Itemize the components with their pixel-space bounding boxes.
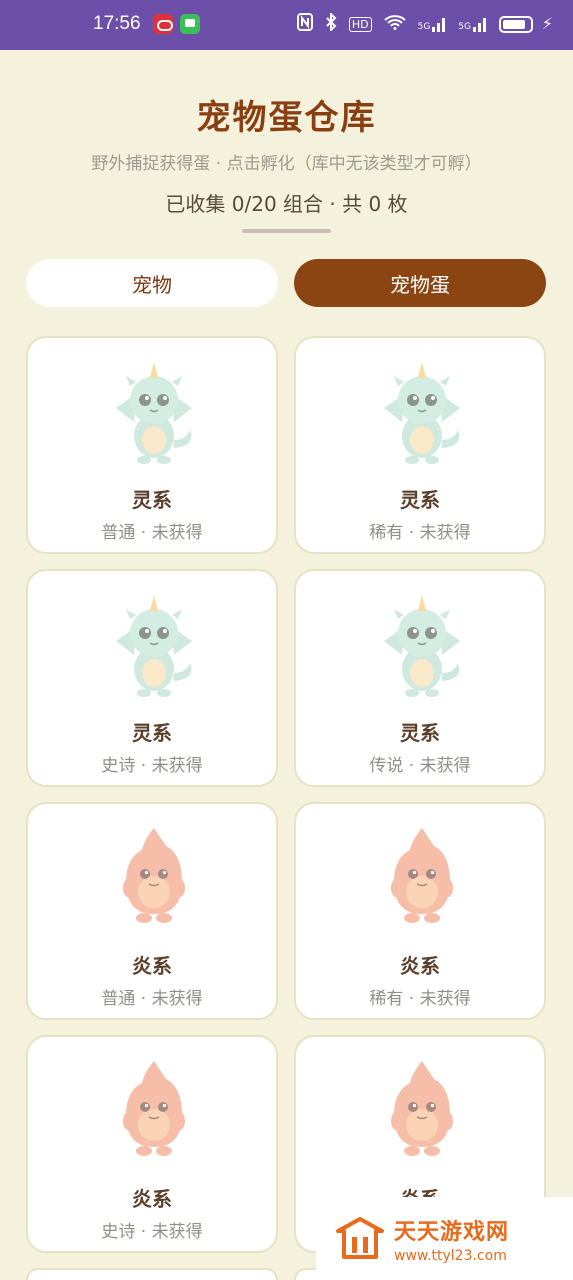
nfc-icon <box>296 13 313 35</box>
tab-pets[interactable]: 宠物 <box>26 259 278 307</box>
egg-card-spirit-legendary[interactable]: 灵系 传说 · 未获得 <box>294 569 546 787</box>
watermark-url: www.ttyl23.com <box>394 1247 507 1264</box>
signal-icon-2: 5G <box>458 16 487 32</box>
status-icons: HD 5G 5G <box>296 11 533 35</box>
egg-rarity-status: 传说 · 未获得 <box>369 756 471 776</box>
egg-card-fire-rare[interactable]: 炎系 稀有 · 未获得 <box>294 802 546 1020</box>
site-watermark: 天天游戏网 www.ttyl23.com <box>316 1197 573 1280</box>
egg-card-spirit-rare[interactable]: 灵系 稀有 · 未获得 <box>294 336 546 554</box>
egg-rarity-status: 稀有 · 未获得 <box>369 523 471 543</box>
egg-rarity-status: 稀有 · 未获得 <box>369 989 471 1009</box>
site-logo-icon <box>336 1216 384 1261</box>
flame-creature-icon <box>372 822 472 932</box>
page-title: 宠物蛋仓库 <box>196 98 377 138</box>
egg-rarity-status: 普通 · 未获得 <box>101 989 203 1009</box>
watermark-title: 天天游戏网 <box>394 1219 510 1245</box>
egg-type: 灵系 <box>400 721 440 745</box>
dragon-icon <box>104 589 204 699</box>
status-bar: 17:56 HD 5G 5G ⚡ <box>0 0 573 50</box>
dragon-icon <box>104 356 204 466</box>
notification-app-icon <box>153 14 173 34</box>
egg-card-next-row[interactable] <box>26 1268 278 1280</box>
egg-card-fire-common[interactable]: 炎系 普通 · 未获得 <box>26 802 278 1020</box>
egg-rarity-status: 史诗 · 未获得 <box>101 756 203 776</box>
charging-icon: ⚡ <box>541 14 553 33</box>
egg-type: 灵系 <box>132 721 172 745</box>
flame-creature-icon <box>372 1055 472 1165</box>
dragon-icon <box>372 356 472 466</box>
egg-card-fire-epic[interactable]: 炎系 史诗 · 未获得 <box>26 1035 278 1253</box>
header-divider <box>242 229 331 233</box>
egg-type: 炎系 <box>132 1187 172 1211</box>
hd-icon: HD <box>348 16 372 32</box>
egg-card-spirit-common[interactable]: 灵系 普通 · 未获得 <box>26 336 278 554</box>
bluetooth-icon <box>325 11 337 35</box>
signal-icon-1: 5G <box>418 16 447 32</box>
egg-card-spirit-epic[interactable]: 灵系 史诗 · 未获得 <box>26 569 278 787</box>
egg-rarity-status: 史诗 · 未获得 <box>101 1222 203 1242</box>
egg-type: 灵系 <box>132 488 172 512</box>
tab-pet-eggs[interactable]: 宠物蛋 <box>294 259 546 307</box>
wifi-icon <box>383 14 406 34</box>
dragon-icon <box>372 589 472 699</box>
egg-rarity-status: 普通 · 未获得 <box>101 523 203 543</box>
egg-type: 炎系 <box>132 954 172 978</box>
egg-type: 灵系 <box>400 488 440 512</box>
status-time: 17:56 <box>93 13 141 34</box>
message-app-icon <box>180 14 200 34</box>
page-header: 宠物蛋仓库 野外捕捉获得蛋 · 点击孵化（库中无该类型才可孵） 已收集 0/20… <box>0 90 573 217</box>
page-subtitle: 野外捕捉获得蛋 · 点击孵化（库中无该类型才可孵） <box>91 154 482 174</box>
flame-creature-icon <box>104 822 204 932</box>
flame-creature-icon <box>104 1055 204 1165</box>
battery-icon <box>499 15 533 33</box>
collection-count: 已收集 0/20 组合 · 共 0 枚 <box>165 192 408 216</box>
egg-type: 炎系 <box>400 954 440 978</box>
